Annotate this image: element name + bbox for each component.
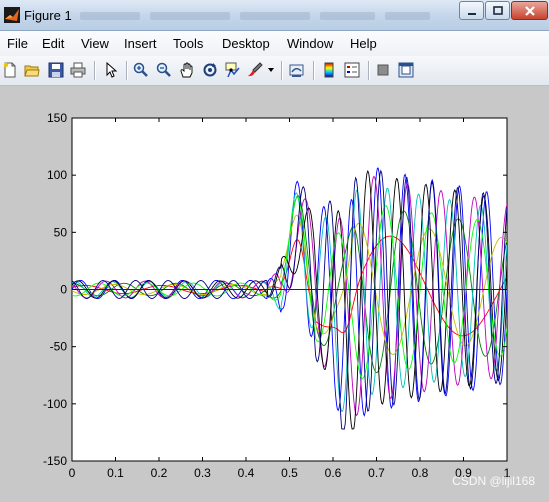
figure-canvas: 0 0.1 0.2 0.3 0.4 0.5 0.6 0.7 0.8 0.9 1 150 100 50 0 -5… bbox=[0, 86, 549, 497]
menu-tools[interactable]: Tools bbox=[173, 36, 203, 51]
brush-button[interactable] bbox=[245, 60, 265, 80]
y-tick-label: -50 bbox=[50, 340, 68, 354]
data-cursor-icon bbox=[225, 62, 240, 78]
pan-button[interactable] bbox=[177, 60, 197, 80]
minimize-button[interactable] bbox=[459, 1, 484, 20]
maximize-icon bbox=[492, 5, 503, 15]
rotate-icon bbox=[203, 63, 217, 77]
menu-help[interactable]: Help bbox=[350, 36, 377, 51]
menu-bar: File Edit View Insert Tools Desktop Wind… bbox=[0, 31, 549, 56]
y-tick-label: -150 bbox=[43, 454, 67, 468]
x-tick-label: 0.6 bbox=[325, 466, 342, 480]
data-cursor-button[interactable] bbox=[223, 60, 243, 80]
colorbar-icon bbox=[324, 62, 334, 78]
show-plot-tools-button[interactable] bbox=[396, 60, 416, 80]
menu-desktop[interactable]: Desktop bbox=[222, 36, 270, 51]
close-icon bbox=[524, 5, 535, 16]
x-tick-label: 0.7 bbox=[368, 466, 385, 480]
show-plot-tools-icon bbox=[398, 62, 414, 78]
brush-icon bbox=[248, 62, 263, 77]
zoom-out-icon bbox=[156, 62, 171, 77]
x-tick-label: 0.3 bbox=[194, 466, 211, 480]
insert-colorbar-button[interactable] bbox=[319, 60, 339, 80]
open-file-button[interactable] bbox=[22, 60, 42, 80]
x-tick-label: 0.8 bbox=[412, 466, 429, 480]
zoom-in-button[interactable] bbox=[131, 60, 151, 80]
close-button[interactable] bbox=[511, 1, 548, 20]
insert-legend-button[interactable] bbox=[342, 60, 362, 80]
y-tick-label: 50 bbox=[54, 225, 68, 239]
rotate-3d-button[interactable] bbox=[200, 60, 220, 80]
line-chart[interactable]: 0 0.1 0.2 0.3 0.4 0.5 0.6 0.7 0.8 0.9 1150100500-5… bbox=[0, 86, 549, 497]
watermark: CSDN @lijil168 bbox=[452, 474, 535, 488]
printer-icon bbox=[70, 62, 86, 78]
hide-plot-tools-button[interactable] bbox=[373, 60, 393, 80]
dropdown-arrow-icon bbox=[268, 68, 274, 72]
menu-view[interactable]: View bbox=[81, 36, 109, 51]
edit-plot-button[interactable] bbox=[101, 60, 121, 80]
title-bar: Figure 1 bbox=[0, 0, 549, 31]
menu-window[interactable]: Window bbox=[287, 36, 333, 51]
x-tick-label: 0.1 bbox=[107, 466, 124, 480]
legend-icon bbox=[344, 62, 360, 78]
y-tick-label: 0 bbox=[60, 283, 67, 297]
save-button[interactable] bbox=[46, 60, 66, 80]
menu-edit[interactable]: Edit bbox=[42, 36, 64, 51]
zoom-out-button[interactable] bbox=[154, 60, 174, 80]
x-tick-label: 0.5 bbox=[281, 466, 298, 480]
maximize-button[interactable] bbox=[485, 1, 510, 20]
zoom-in-icon bbox=[133, 62, 148, 77]
menu-file[interactable]: File bbox=[7, 36, 28, 51]
minimize-icon bbox=[467, 12, 476, 15]
x-tick-label: 0 bbox=[69, 466, 76, 480]
hand-icon bbox=[180, 62, 193, 78]
new-figure-button[interactable] bbox=[0, 60, 20, 80]
print-button[interactable] bbox=[68, 60, 88, 80]
brush-dropdown-button[interactable] bbox=[265, 60, 277, 80]
y-tick-label: -100 bbox=[43, 397, 67, 411]
window-title: Figure 1 bbox=[24, 8, 72, 23]
arrow-pointer-icon bbox=[106, 62, 118, 78]
toolbar bbox=[0, 56, 549, 86]
x-tick-label: 0.4 bbox=[238, 466, 255, 480]
hide-plot-tools-icon bbox=[377, 64, 389, 76]
matlab-icon bbox=[4, 7, 20, 23]
x-tick-label: 0.2 bbox=[151, 466, 168, 480]
menu-insert[interactable]: Insert bbox=[124, 36, 157, 51]
link-plot-icon bbox=[289, 64, 304, 77]
new-file-icon bbox=[3, 62, 16, 78]
y-tick-label: 150 bbox=[47, 111, 67, 125]
folder-icon bbox=[24, 65, 40, 77]
floppy-disk-icon bbox=[48, 62, 64, 78]
link-plot-button[interactable] bbox=[287, 60, 307, 80]
y-tick-label: 100 bbox=[47, 168, 67, 182]
